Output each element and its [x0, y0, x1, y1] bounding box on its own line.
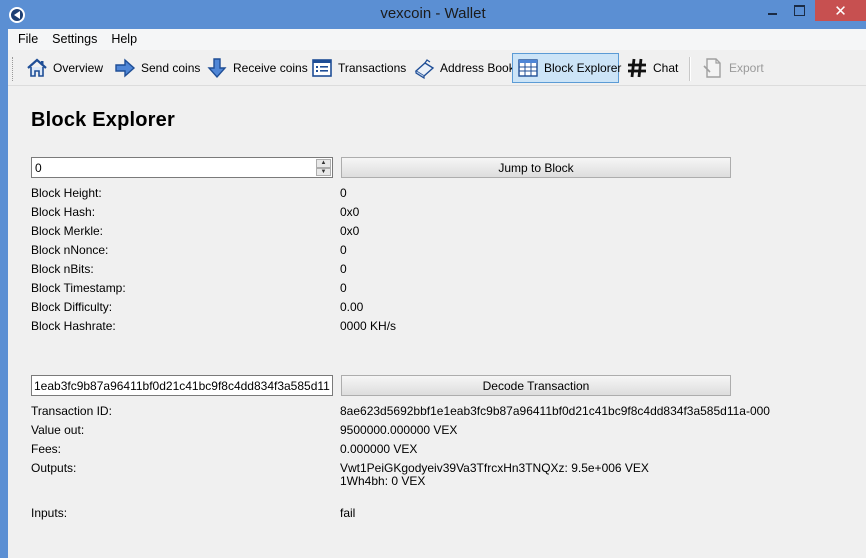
menu-file[interactable]: File [8, 29, 46, 50]
receive-coins-label: Receive coins [233, 61, 308, 75]
block-hash-label: Block Hash: [31, 205, 96, 219]
send-coins-button[interactable]: Send coins [110, 53, 204, 83]
chat-button[interactable]: Chat [622, 53, 682, 83]
fees-value: 0.000000 VEX [340, 442, 418, 456]
block-height-value: 0 [340, 186, 347, 200]
toolbar-grip[interactable] [12, 57, 15, 81]
block-nnonce-value: 0 [340, 243, 347, 257]
transaction-id-label: Transaction ID: [31, 404, 112, 418]
address-book-label: Address Book [440, 61, 515, 75]
overview-button[interactable]: Overview [22, 53, 107, 83]
transactions-button[interactable]: Transactions [307, 53, 410, 83]
transactions-label: Transactions [338, 61, 407, 75]
export-button[interactable]: Export [698, 53, 768, 83]
block-timestamp-value: 0 [340, 281, 347, 295]
close-button[interactable]: ✕ [815, 0, 866, 21]
book-icon [413, 57, 435, 79]
minimize-button[interactable] [759, 0, 785, 21]
block-nnonce-label: Block nNonce: [31, 243, 109, 257]
block-height-spinbox[interactable]: ▲ ▼ [31, 157, 333, 178]
export-label: Export [729, 61, 764, 75]
block-hash-value: 0x0 [340, 205, 360, 219]
block-hashrate-label: Block Hashrate: [31, 319, 116, 333]
block-timestamp-label: Block Timestamp: [31, 281, 126, 295]
fees-label: Fees: [31, 442, 62, 456]
spin-up-icon[interactable]: ▲ [316, 159, 331, 168]
page-title: Block Explorer [31, 109, 175, 131]
inputs-label: Inputs: [31, 506, 68, 520]
output-line: Vwt1PeiGKgodyeiv39Va3TfrcxHn3TNQXz: 9.5e… [340, 461, 649, 475]
chat-label: Chat [653, 61, 679, 75]
transaction-id-input[interactable] [31, 375, 333, 396]
menu-settings[interactable]: Settings [46, 29, 105, 50]
block-difficulty-value: 0.00 [340, 300, 364, 314]
block-height-label: Block Height: [31, 186, 102, 200]
block-nbits-value: 0 [340, 262, 347, 276]
block-nbits-label: Block nBits: [31, 262, 94, 276]
spin-arrows: ▲ ▼ [316, 159, 331, 176]
decode-transaction-button[interactable]: Decode Transaction [341, 375, 731, 396]
spin-down-icon[interactable]: ▼ [316, 167, 331, 176]
block-height-input[interactable] [35, 160, 313, 175]
block-difficulty-label: Block Difficulty: [31, 300, 113, 314]
toolbar-separator [689, 57, 691, 81]
block-hashrate-value: 0000 KH/s [340, 319, 397, 333]
main-window: File Settings Help Overview Send coins R… [8, 29, 866, 558]
arrow-right-icon [114, 57, 136, 79]
menu-help[interactable]: Help [105, 29, 145, 50]
title-bar: vexcoin - Wallet ✕ [0, 0, 866, 29]
block-merkle-label: Block Merkle: [31, 224, 104, 238]
inputs-value: fail [340, 506, 356, 520]
value-out-label: Value out: [31, 423, 85, 437]
toolbar: Overview Send coins Receive coins Transa… [8, 51, 866, 86]
value-out-value: 9500000.000000 VEX [340, 423, 458, 437]
send-coins-label: Send coins [141, 61, 201, 75]
grid-icon [517, 57, 539, 79]
maximize-button[interactable] [786, 0, 812, 21]
output-line: 1Wh4bh: 0 VEX [340, 474, 426, 488]
house-icon [26, 57, 48, 79]
menu-bar: File Settings Help [8, 29, 866, 50]
outputs-label: Outputs: [31, 461, 77, 475]
receive-coins-button[interactable]: Receive coins [202, 53, 312, 83]
document-icon [702, 57, 724, 79]
hash-icon [626, 57, 648, 79]
block-merkle-value: 0x0 [340, 224, 360, 238]
block-explorer-button[interactable]: Block Explorer [512, 53, 622, 83]
window-title: vexcoin - Wallet [380, 5, 486, 22]
address-book-button[interactable]: Address Book [409, 53, 519, 83]
arrow-down-icon [206, 57, 228, 79]
overview-label: Overview [53, 61, 104, 75]
transaction-id-value: 8ae623d5692bbf1e1eab3fc9b87a96411bf0d21c… [340, 404, 770, 418]
block-explorer-label: Block Explorer [544, 61, 622, 75]
list-icon [311, 57, 333, 79]
jump-to-block-button[interactable]: Jump to Block [341, 157, 731, 178]
